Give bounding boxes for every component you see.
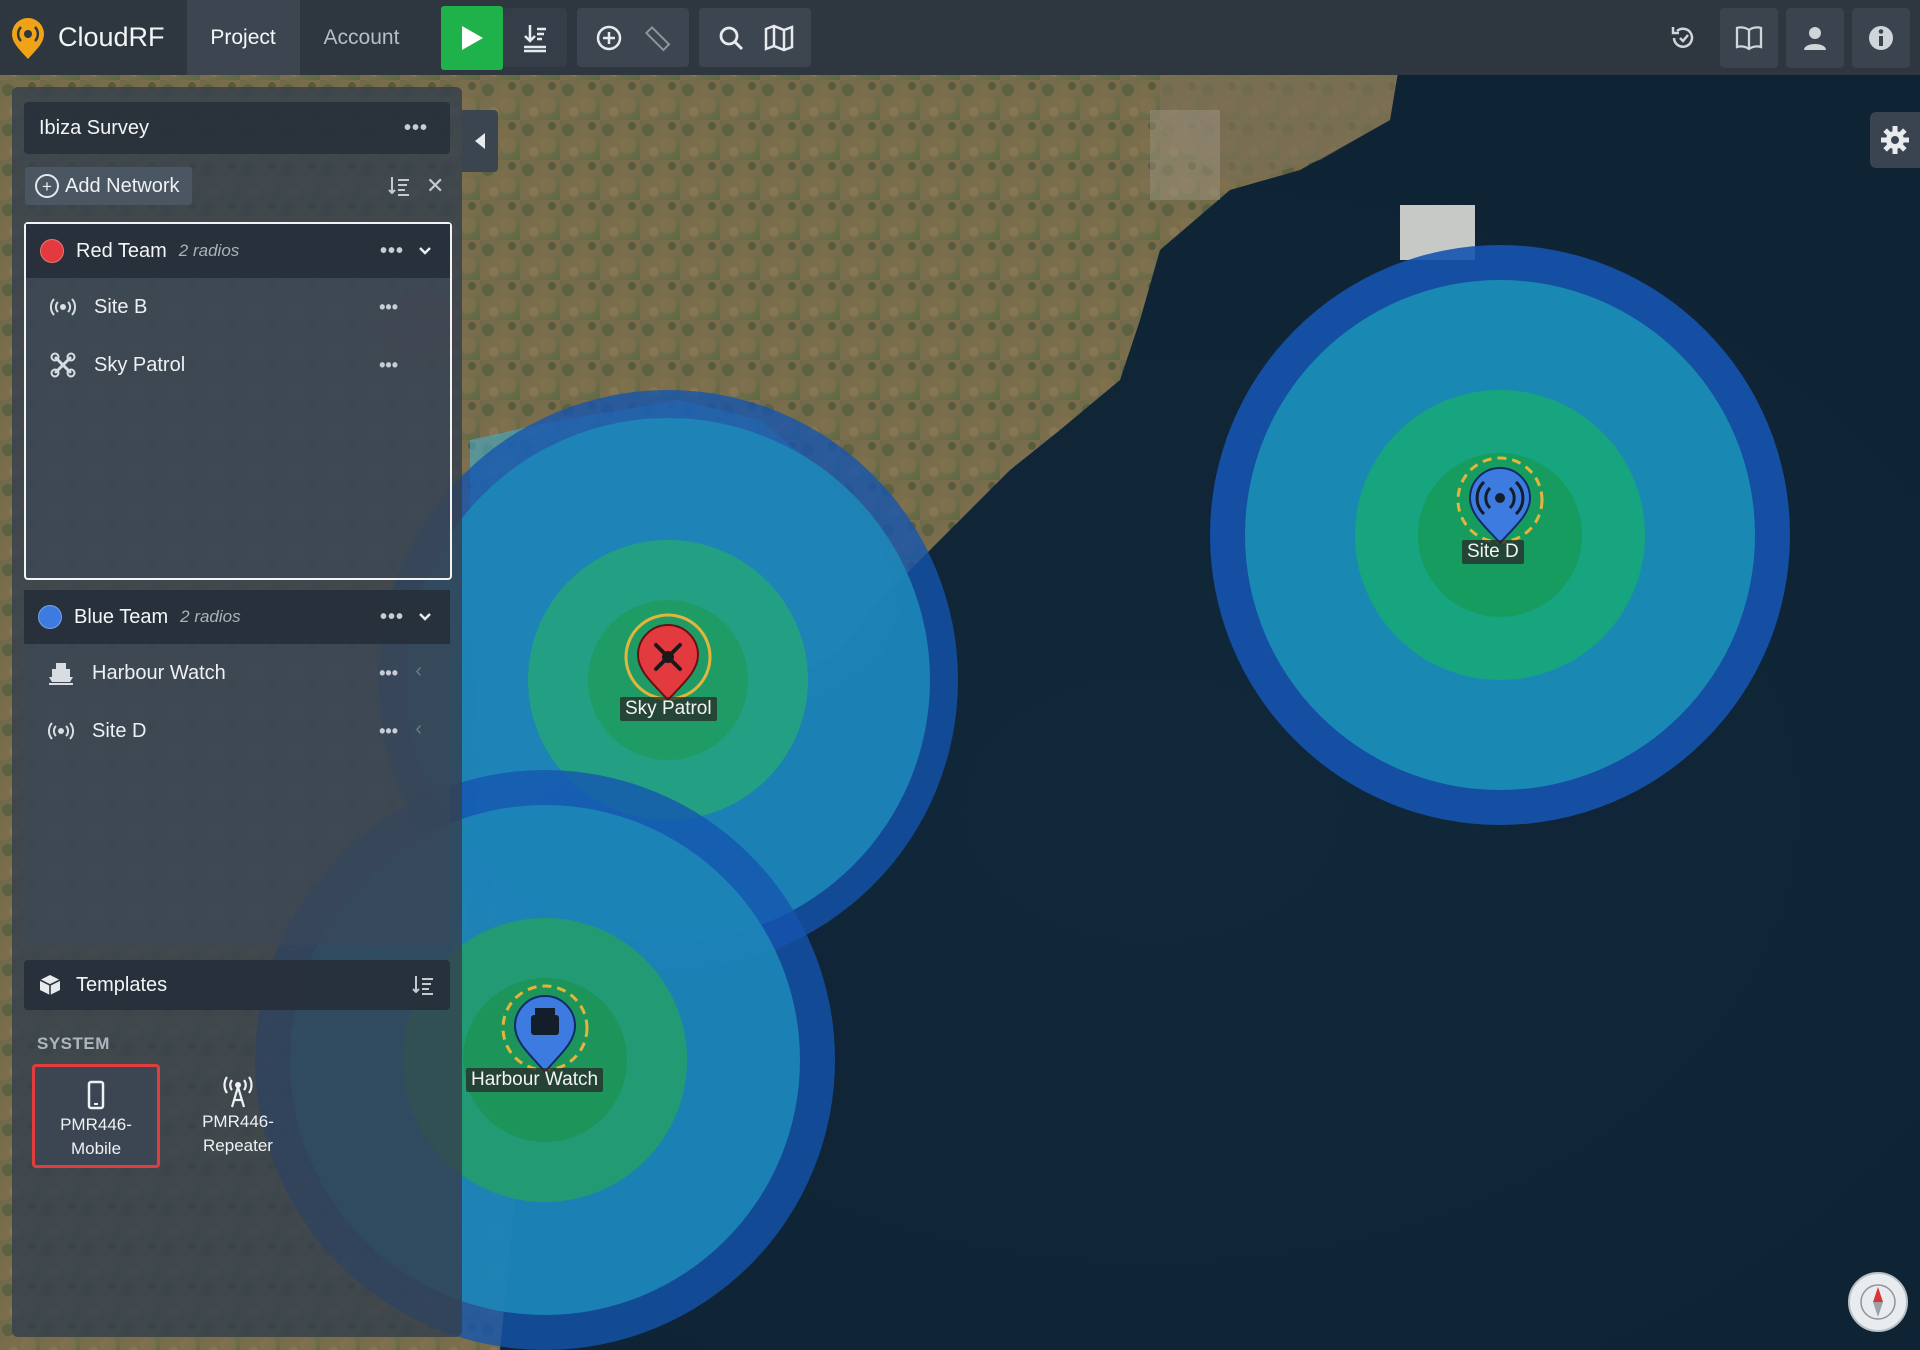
- collapse-sidebar-button[interactable]: [462, 110, 498, 172]
- radio-name: Site B: [94, 295, 148, 318]
- radio-item-sky-patrol[interactable]: Sky Patrol •••: [26, 336, 450, 394]
- radio-count: 2 radios: [180, 607, 241, 626]
- search-icon: [720, 26, 744, 50]
- export-icon: [524, 24, 547, 52]
- network-red-team[interactable]: Red Team 2 radios ••• Site B ••• Sky Pat…: [24, 222, 452, 580]
- top-toolbar: CloudRF Project Account: [0, 0, 1920, 75]
- tab-project[interactable]: Project: [186, 0, 300, 75]
- map-settings-button[interactable]: [1870, 112, 1920, 168]
- radio-menu-icon[interactable]: •••: [379, 721, 398, 742]
- close-icon[interactable]: ✕: [426, 173, 444, 199]
- radio-name: Harbour Watch: [92, 661, 226, 684]
- history-button[interactable]: [1654, 8, 1712, 68]
- sky-patrol-label: Sky Patrol: [620, 697, 717, 721]
- network-header[interactable]: Red Team 2 radios •••: [26, 224, 450, 278]
- measure-button[interactable]: [633, 8, 681, 67]
- cube-icon: [39, 975, 61, 995]
- radio-count: 2 radios: [178, 241, 240, 260]
- ruler-icon: [645, 25, 671, 51]
- add-network-button[interactable]: + Add Network: [25, 167, 192, 205]
- templates-title: Templates: [76, 973, 168, 996]
- system-section-label: SYSTEM: [37, 1034, 110, 1053]
- mobile-phone-icon: [87, 1077, 105, 1113]
- chevron-left-icon[interactable]: ‹: [415, 718, 422, 741]
- network-header[interactable]: Blue Team 2 radios •••: [24, 590, 450, 644]
- template-pmr446-repeater[interactable]: PMR446- Repeater: [174, 1064, 302, 1168]
- template-name-line2: Repeater: [203, 1136, 273, 1155]
- antenna-tower-icon: [221, 1074, 255, 1110]
- radio-menu-icon[interactable]: •••: [379, 355, 398, 376]
- team-color-dot: [38, 605, 62, 629]
- info-icon: [1869, 26, 1893, 50]
- project-title: Ibiza Survey: [39, 116, 150, 139]
- network-blue-team[interactable]: Blue Team 2 radios ••• Harbour Watch •••…: [24, 590, 450, 945]
- radio-item-site-d[interactable]: Site D ••• ‹: [24, 702, 450, 760]
- tab-account[interactable]: Account: [300, 0, 424, 75]
- info-button[interactable]: [1852, 8, 1910, 68]
- template-name-line2: Mobile: [70, 1139, 122, 1158]
- template-pmr446-mobile[interactable]: PMR446- Mobile: [32, 1064, 160, 1168]
- radio-item-site-b[interactable]: Site B •••: [26, 278, 450, 336]
- project-header[interactable]: Ibiza Survey •••: [24, 102, 450, 154]
- harbour-watch-label: Harbour Watch: [466, 1068, 604, 1092]
- export-button[interactable]: [511, 8, 559, 67]
- sort-icon[interactable]: [388, 175, 410, 197]
- history-icon: [1671, 27, 1694, 48]
- brand[interactable]: CloudRF: [0, 0, 187, 75]
- search-button[interactable]: [707, 8, 755, 67]
- map-icon: [765, 24, 794, 51]
- chevron-left-icon[interactable]: ‹: [415, 660, 422, 683]
- add-network-label: Add Network: [65, 174, 180, 197]
- user-button[interactable]: [1786, 8, 1844, 68]
- ship-icon: [46, 661, 76, 685]
- template-name-line1: PMR446-: [60, 1115, 132, 1134]
- network-name: Blue Team: [74, 605, 169, 628]
- network-menu-icon[interactable]: •••: [380, 606, 404, 629]
- compass-button[interactable]: [1848, 1272, 1908, 1332]
- play-icon: [462, 25, 484, 50]
- templates-header[interactable]: Templates: [24, 960, 450, 1010]
- chevron-down-icon[interactable]: [418, 612, 432, 622]
- plus-circle-icon: +: [35, 174, 59, 198]
- project-menu-icon[interactable]: •••: [404, 117, 428, 140]
- team-color-dot: [40, 239, 64, 263]
- run-button[interactable]: [441, 5, 504, 70]
- template-name-line1: PMR446-: [202, 1112, 274, 1131]
- site-d-label: Site D: [1462, 540, 1524, 564]
- radio-name: Site D: [92, 719, 147, 742]
- book-icon: [1735, 26, 1763, 51]
- map-layers-button[interactable]: [755, 8, 803, 67]
- radio-menu-icon[interactable]: •••: [379, 663, 398, 684]
- network-name: Red Team: [76, 239, 167, 262]
- radio-menu-icon[interactable]: •••: [379, 297, 398, 318]
- radio-item-harbour-watch[interactable]: Harbour Watch ••• ‹: [24, 644, 450, 702]
- plus-circle-icon: [597, 25, 622, 50]
- user-icon: [1804, 27, 1826, 50]
- gear-icon: [1881, 126, 1909, 154]
- broadcast-icon: [48, 298, 78, 316]
- broadcast-icon: [46, 722, 76, 740]
- app-name: CloudRF: [58, 22, 165, 52]
- docs-button[interactable]: [1720, 8, 1778, 68]
- drone-icon: [48, 352, 78, 378]
- sky-patrol-marker[interactable]: [624, 613, 712, 702]
- radio-name: Sky Patrol: [94, 353, 186, 376]
- caret-left-icon: [475, 133, 485, 149]
- sort-icon[interactable]: [412, 974, 434, 996]
- chevron-down-icon[interactable]: [418, 246, 432, 256]
- project-sidebar: Ibiza Survey ••• + Add Network ✕ Red Tea…: [12, 87, 462, 1337]
- cloudrf-logo-icon: [12, 17, 44, 59]
- add-button[interactable]: [585, 8, 633, 67]
- compass-icon: [1860, 1284, 1896, 1320]
- network-menu-icon[interactable]: •••: [380, 240, 404, 263]
